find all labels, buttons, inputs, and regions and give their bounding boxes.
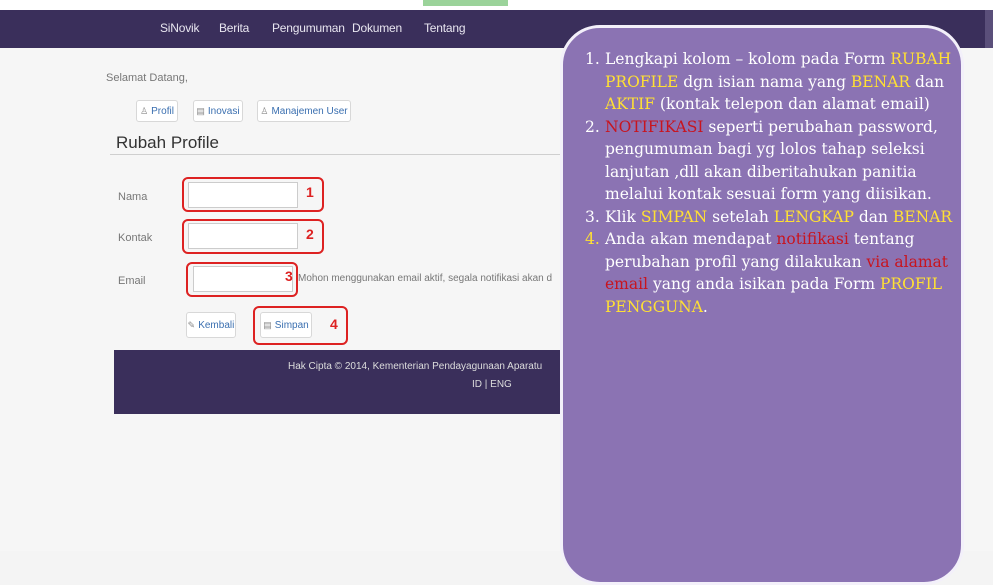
highlight-box-3 xyxy=(186,262,298,297)
instruction-2-highlight-a: NOTIFIKASI xyxy=(605,117,704,136)
instruction-4-text-d: . xyxy=(702,297,708,316)
tab-profil-label: Profil xyxy=(151,105,174,117)
instruction-1-text-c: dan xyxy=(910,72,945,91)
instruction-item-2: 2. NOTIFIKASI seperti perubahan password,… xyxy=(585,116,955,206)
instruction-callout: 1. Lengkapi kolom – kolom pada Form RUBAH… xyxy=(560,25,964,585)
instruction-number-1: 1. xyxy=(585,50,600,68)
tab-manajemen-user[interactable]: ♙ Manajemen User xyxy=(257,100,351,122)
users-icon: ♙ xyxy=(260,105,269,116)
marker-2: 2 xyxy=(306,226,314,242)
active-indicator xyxy=(423,0,508,6)
instruction-3-text-c: dan xyxy=(853,207,893,226)
email-hint: Mohon menggunakan email aktif, segala no… xyxy=(298,273,553,284)
marker-1: 1 xyxy=(306,184,314,200)
instruction-4-highlight-a: notifikasi xyxy=(776,230,849,248)
instruction-3-text-b: setelah xyxy=(707,207,774,226)
instruction-item-1: 1. Lengkapi kolom – kolom pada Form RUBAH… xyxy=(585,48,955,116)
instruction-number-4: 4. xyxy=(585,230,600,248)
instruction-4-text-c: yang anda isikan pada Form xyxy=(648,275,881,293)
title-divider xyxy=(110,154,570,155)
instruction-4-text-a: Anda akan mendapat xyxy=(605,230,777,248)
tab-inovasi-label: Inovasi xyxy=(207,105,240,117)
instruction-3-text-a: Klik xyxy=(605,207,641,226)
tab-profil[interactable]: ♙ Profil xyxy=(136,100,178,122)
top-strip xyxy=(0,0,993,10)
instruction-1-text-b: dgn isian nama yang xyxy=(678,72,851,91)
back-button-label: Kembali xyxy=(198,319,235,331)
footer-copyright: Hak Cipta © 2014, Kementerian Pendayagun… xyxy=(288,361,543,372)
highlight-box-2 xyxy=(182,219,324,254)
instruction-3-highlight-c: BENAR xyxy=(892,207,953,226)
highlight-box-1 xyxy=(182,177,324,212)
nav-item-berita[interactable]: Berita xyxy=(219,21,249,35)
nav-item-tentang[interactable]: Tentang xyxy=(424,21,466,35)
tab-inovasi[interactable]: ▤ Inovasi xyxy=(193,100,243,122)
instruction-1-text-a: Lengkapi kolom – kolom pada Form xyxy=(605,50,891,68)
navbar-edge xyxy=(985,10,993,48)
pencil-icon: ✎ xyxy=(187,319,196,330)
instruction-list: 1. Lengkapi kolom – kolom pada Form RUBAH… xyxy=(585,48,955,318)
back-button[interactable]: ✎ Kembali xyxy=(186,312,236,338)
marker-4: 4 xyxy=(330,316,338,332)
email-label: Email xyxy=(118,275,146,287)
user-icon: ♙ xyxy=(140,105,149,116)
language-switch[interactable]: ID | ENG xyxy=(472,379,512,390)
instruction-1-text-d: (kontak telepon dan alamat email) xyxy=(655,95,930,113)
list-icon: ▤ xyxy=(196,105,205,116)
instruction-item-4: 4. Anda akan mendapat notifikasi tentang … xyxy=(585,228,955,318)
instruction-1-highlight-b: BENAR xyxy=(850,72,911,91)
marker-3: 3 xyxy=(285,268,293,284)
instruction-3-highlight-a: SIMPAN xyxy=(640,207,708,226)
nav-item-pengumuman[interactable]: Pengumuman xyxy=(272,21,345,35)
instruction-number-2: 2. xyxy=(585,117,600,136)
instruction-3-highlight-b: LENGKAP xyxy=(773,207,854,226)
kontak-label: Kontak xyxy=(118,232,153,244)
tab-manajemen-user-label: Manajemen User xyxy=(271,105,348,117)
welcome-text: Selamat Datang, xyxy=(106,72,188,84)
nama-label: Nama xyxy=(118,191,148,203)
page-title: Rubah Profile xyxy=(116,133,220,152)
nav-item-sinovik[interactable]: SiNovik xyxy=(160,21,199,35)
instruction-item-3: 3. Klik SIMPAN setelah LENGKAP dan BENAR xyxy=(585,206,955,229)
nav-item-dokumen[interactable]: Dokumen xyxy=(352,21,402,35)
instruction-1-highlight-c: AKTIF xyxy=(605,95,655,113)
instruction-number-3: 3. xyxy=(585,207,600,226)
footer: Hak Cipta © 2014, Kementerian Pendayagun… xyxy=(114,350,570,414)
